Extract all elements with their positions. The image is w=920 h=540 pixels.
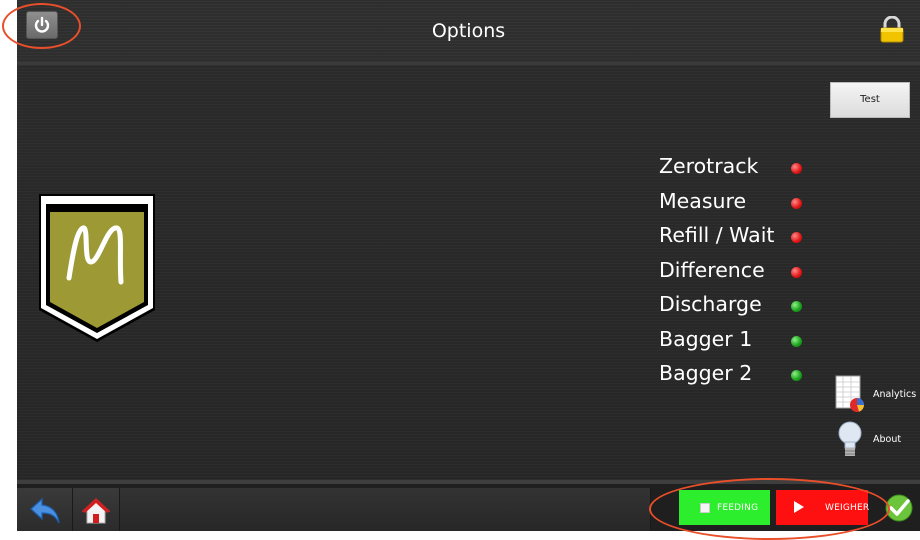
spreadsheet-chart-icon bbox=[835, 375, 864, 412]
status-label: Refill / Wait bbox=[659, 223, 775, 247]
status-indicator-red bbox=[791, 197, 802, 209]
status-indicator-green bbox=[791, 301, 802, 312]
back-button[interactable] bbox=[17, 488, 73, 531]
home-button[interactable] bbox=[73, 488, 120, 531]
status-label: Discharge bbox=[659, 292, 762, 316]
status-indicator-red bbox=[791, 266, 802, 278]
status-label: Bagger 2 bbox=[659, 361, 753, 385]
feeding-button[interactable]: FEEDING bbox=[679, 490, 770, 525]
brand-logo bbox=[39, 194, 155, 342]
status-indicator-green bbox=[791, 370, 802, 381]
status-indicator-red bbox=[791, 163, 802, 174]
app-screen: Options Test Zerotrack Measure Refill / … bbox=[17, 0, 920, 531]
weigher-button[interactable]: WEIGHER bbox=[776, 490, 870, 525]
page-title: Options bbox=[431, 20, 506, 42]
status-label: Difference bbox=[659, 257, 765, 282]
status-label: Bagger 1 bbox=[659, 326, 753, 351]
analytics-label: Analytics bbox=[873, 389, 917, 400]
back-arrow-icon bbox=[30, 497, 60, 524]
feeding-label: FEEDING bbox=[717, 503, 759, 513]
checkmark-icon[interactable] bbox=[883, 493, 915, 523]
bottom-bar-spacer bbox=[120, 488, 651, 531]
top-bar: Options bbox=[17, 0, 920, 65]
status-indicator-green bbox=[791, 335, 802, 347]
home-icon bbox=[81, 498, 111, 524]
stop-icon bbox=[700, 503, 710, 513]
status-label: Zerotrack bbox=[659, 154, 759, 178]
lightbulb-icon bbox=[838, 421, 862, 456]
test-button[interactable]: Test bbox=[830, 82, 910, 118]
status-label: Measure bbox=[659, 188, 747, 213]
lock-icon[interactable] bbox=[879, 16, 905, 44]
about-label: About bbox=[873, 434, 902, 445]
status-indicator-red bbox=[791, 232, 802, 243]
weigher-label: WEIGHER bbox=[825, 503, 870, 513]
play-icon bbox=[794, 501, 804, 513]
